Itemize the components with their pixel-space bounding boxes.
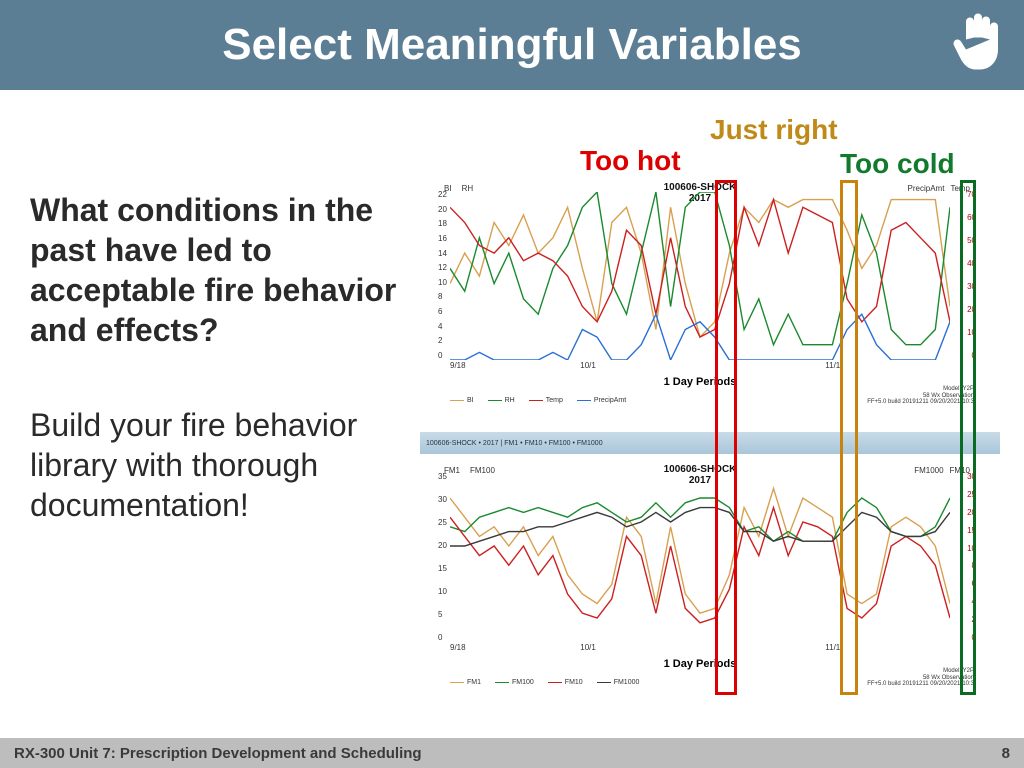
page-title: Select Meaningful Variables	[222, 20, 802, 70]
legend: BI RH Temp PrecipAmt	[450, 397, 626, 404]
label-just-right: Just right	[710, 114, 838, 146]
chart-meta: Model: Y2P58 Wx ObservationFF+5.0 build …	[867, 386, 974, 406]
label-too-hot: Too hot	[580, 145, 681, 177]
header: Select Meaningful Variables	[0, 0, 1024, 90]
y-axis-left: 2220181614121086420	[438, 190, 447, 360]
chart-bottom: FM1FM100 FM1000FM10 100606-SHOCK2017 353…	[420, 462, 980, 692]
question-text: What conditions in the past have led to …	[30, 190, 410, 350]
instruction-text: Build your fire behavior library with th…	[30, 405, 410, 525]
page-number: 8	[1002, 745, 1010, 762]
highlight-too-cold	[960, 180, 976, 695]
footer: RX-300 Unit 7: Prescription Development …	[0, 738, 1024, 768]
chart-stack: BIRH PrecipAmtTemp 100606-SHOCK2017 2220…	[420, 180, 1000, 692]
x-axis: 9/1810/111/1	[450, 361, 955, 370]
body: What conditions in the past have led to …	[0, 90, 1024, 730]
chart-top: BIRH PrecipAmtTemp 100606-SHOCK2017 2220…	[420, 180, 980, 410]
highlight-too-hot	[715, 180, 737, 695]
plot-lines	[450, 192, 950, 360]
data-strip: 100606-SHOCK • 2017 | FM1 • FM10 • FM100…	[420, 432, 1000, 454]
highlight-just-right	[840, 180, 858, 695]
hand-icon	[952, 12, 1006, 79]
label-too-cold: Too cold	[840, 148, 955, 180]
text-column: What conditions in the past have led to …	[0, 120, 420, 730]
chart-column: Too hot Just right Too cold BIRH PrecipA…	[420, 120, 1024, 730]
footer-unit: RX-300 Unit 7: Prescription Development …	[14, 745, 422, 762]
